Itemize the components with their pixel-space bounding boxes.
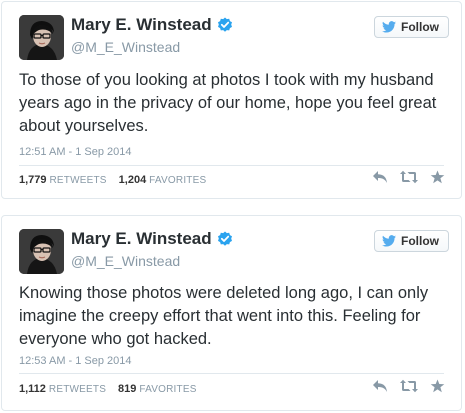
retweet-icon[interactable]: [400, 170, 418, 184]
author-handle[interactable]: @M_E_Winstead: [71, 253, 180, 269]
tweet-card: Mary E. Winstead @M_E_Winstead Follow To…: [1, 1, 462, 199]
follow-label: Follow: [401, 234, 439, 248]
divider: [19, 373, 444, 374]
author-name[interactable]: Mary E. Winstead: [71, 229, 212, 249]
retweet-icon[interactable]: [400, 379, 418, 393]
follow-button[interactable]: Follow: [374, 16, 449, 38]
retweets-count[interactable]: 1,779: [19, 174, 47, 186]
verified-badge-icon: [217, 17, 233, 33]
tweet-timestamp[interactable]: 12:51 AM - 1 Sep 2014: [19, 146, 132, 158]
retweets-label[interactable]: RETWEETS: [50, 175, 107, 186]
author-name[interactable]: Mary E. Winstead: [71, 15, 212, 35]
tweet-actions: [372, 170, 445, 184]
avatar[interactable]: [19, 229, 64, 274]
tweet-text: Knowing those photos were deleted long a…: [19, 284, 429, 348]
tweet-stats: 1,112 RETWEETS 819 FAVORITES: [19, 383, 197, 395]
reply-icon[interactable]: [372, 170, 388, 184]
tweet-stats: 1,779 RETWEETS 1,204 FAVORITES: [19, 174, 206, 186]
avatar[interactable]: [19, 15, 64, 60]
twitter-bird-icon: [382, 235, 396, 247]
author-name-row[interactable]: Mary E. Winstead: [71, 15, 233, 35]
favorites-label[interactable]: FAVORITES: [139, 384, 196, 395]
tweet-text: To those of you looking at photos I took…: [19, 71, 437, 135]
reply-icon[interactable]: [372, 379, 388, 393]
favorite-star-icon[interactable]: [430, 379, 445, 393]
retweets-count[interactable]: 1,112: [19, 383, 46, 395]
favorite-star-icon[interactable]: [430, 170, 445, 184]
favorites-count[interactable]: 1,204: [119, 174, 147, 186]
tweet-card: Mary E. Winstead @M_E_Winstead Follow Kn…: [1, 215, 462, 411]
favorites-count[interactable]: 819: [118, 383, 136, 395]
retweets-label[interactable]: RETWEETS: [49, 384, 106, 395]
author-name-row[interactable]: Mary E. Winstead: [71, 229, 233, 249]
tweet-actions: [372, 379, 445, 393]
follow-label: Follow: [401, 20, 439, 34]
favorites-label[interactable]: FAVORITES: [149, 175, 206, 186]
twitter-bird-icon: [382, 21, 396, 33]
verified-badge-icon: [217, 231, 233, 247]
tweet-timestamp[interactable]: 12:53 AM - 1 Sep 2014: [19, 355, 132, 367]
author-handle[interactable]: @M_E_Winstead: [71, 39, 180, 55]
divider: [19, 165, 444, 166]
follow-button[interactable]: Follow: [374, 230, 449, 252]
